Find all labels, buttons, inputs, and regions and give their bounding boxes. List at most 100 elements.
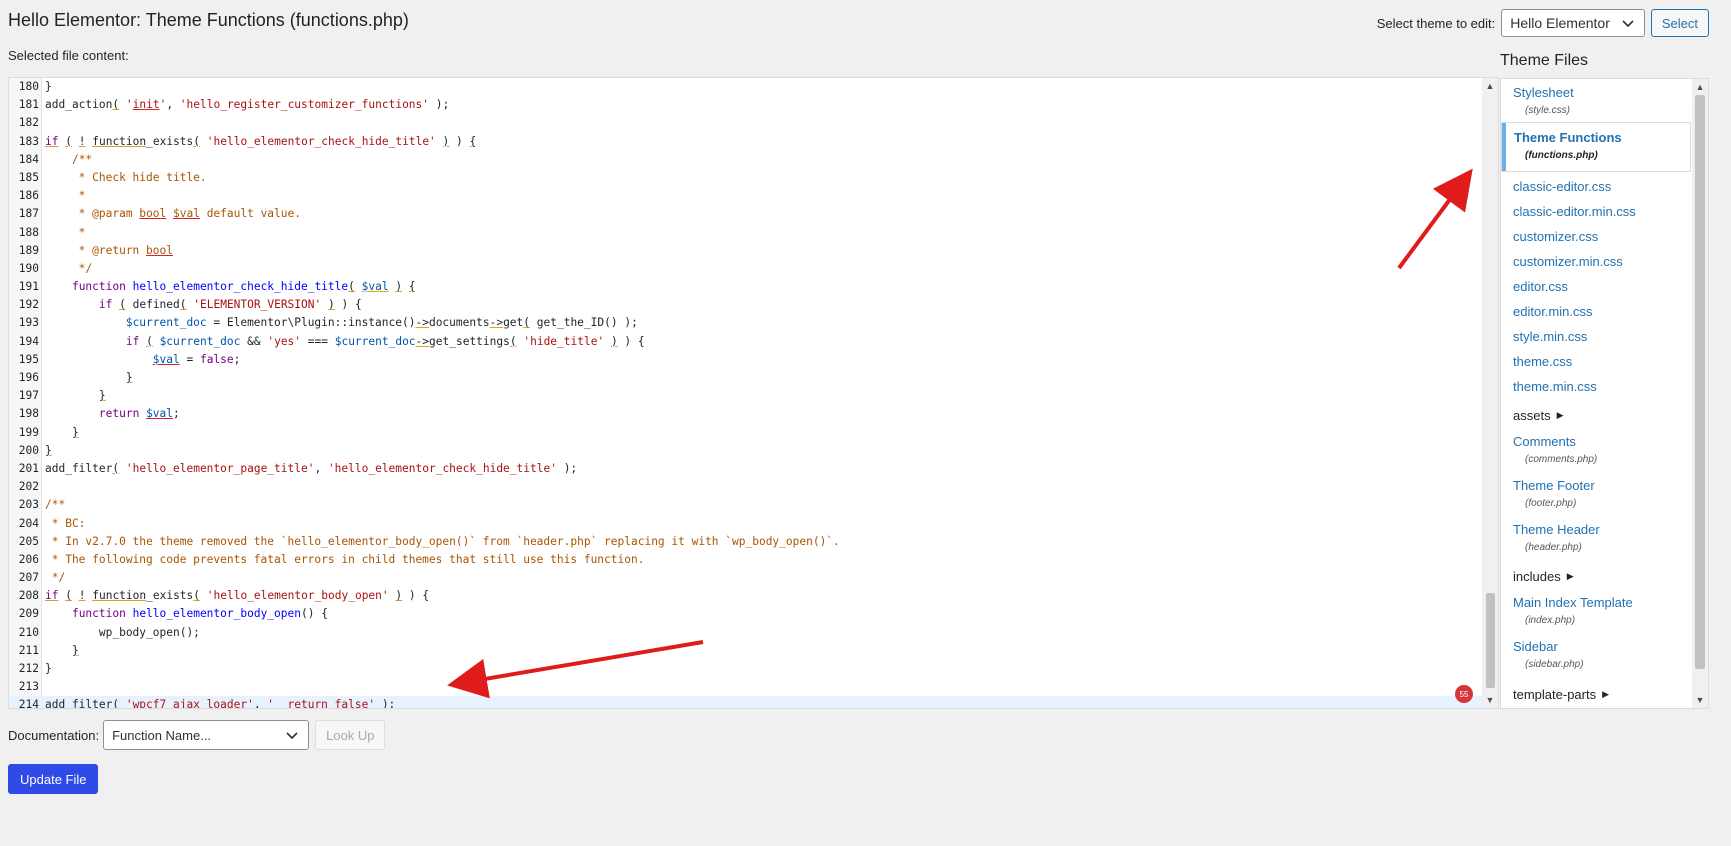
line-number: 195 bbox=[18, 352, 39, 366]
line-number: 191 bbox=[18, 280, 39, 294]
documentation-label: Documentation: bbox=[8, 727, 100, 743]
scroll-up-icon[interactable]: ▲ bbox=[1695, 82, 1705, 92]
folder-label: template-parts bbox=[1513, 687, 1597, 702]
line-number: 196 bbox=[18, 371, 39, 384]
active-file-label: Theme Functions bbox=[1514, 130, 1622, 145]
line-number: 190 bbox=[18, 261, 39, 275]
code-line[interactable]: 186 * bbox=[9, 187, 1482, 205]
line-number: 210 bbox=[18, 625, 39, 639]
line-number: 206 bbox=[18, 552, 39, 566]
code-line[interactable]: 191 function hello_elementor_check_hide_… bbox=[9, 278, 1482, 296]
code-line[interactable]: 187 * @param bool $val default value. bbox=[9, 205, 1482, 223]
code-line[interactable]: 194 if ( $current_doc && 'yes' === $curr… bbox=[9, 333, 1482, 351]
line-number: 204 bbox=[18, 516, 39, 530]
code-line[interactable]: 182 bbox=[9, 114, 1482, 132]
select-theme-button[interactable]: Select bbox=[1650, 9, 1709, 37]
file-link-stylesheet[interactable]: Stylesheet bbox=[1513, 85, 1574, 100]
code-line[interactable]: 214 add_filter( 'wpcf7_ajax_loader', '__r… bbox=[9, 696, 1482, 708]
sidebar-scrollbar[interactable]: ▲ ▼ bbox=[1692, 79, 1708, 708]
code-text: if ( defined( 'ELEMENTOR_VERSION' ) ) { bbox=[98, 298, 362, 312]
line-number: 180 bbox=[18, 80, 39, 93]
code-line[interactable]: 184 /** bbox=[9, 151, 1482, 169]
file-link-theme-functions[interactable]: Theme Functions (functions.php) bbox=[1502, 123, 1690, 171]
code-line[interactable]: 188 * bbox=[9, 224, 1482, 242]
code-line[interactable]: 203 /** bbox=[9, 496, 1482, 514]
file-link-index[interactable]: Main Index Template bbox=[1513, 595, 1633, 610]
scrollbar-thumb[interactable] bbox=[1486, 593, 1495, 688]
code-text: function hello_elementor_check_hide_titl… bbox=[71, 280, 416, 294]
code-text: } bbox=[98, 389, 106, 403]
folder-includes[interactable]: includes ▶ bbox=[1513, 569, 1574, 584]
code-line[interactable]: 189 * @return bool bbox=[9, 242, 1482, 260]
code-line[interactable]: 204 * BC: bbox=[9, 515, 1482, 533]
code-line[interactable]: 199 } bbox=[9, 424, 1482, 442]
code-line[interactable]: 197 } bbox=[9, 387, 1482, 405]
chevron-down-icon bbox=[286, 732, 298, 740]
code-line[interactable]: 198 return $val; bbox=[9, 405, 1482, 423]
lint-error-badge[interactable]: 55 bbox=[1455, 685, 1473, 703]
scroll-down-icon[interactable]: ▼ bbox=[1485, 695, 1495, 705]
file-link[interactable]: classic-editor.css bbox=[1513, 179, 1611, 194]
code-line[interactable]: 212} bbox=[9, 660, 1482, 678]
caret-right-icon: ▶ bbox=[1556, 410, 1564, 420]
file-sub: (comments.php) bbox=[1525, 454, 1598, 465]
file-link-footer[interactable]: Theme Footer bbox=[1513, 478, 1595, 493]
file-link[interactable]: customizer.css bbox=[1513, 229, 1598, 244]
file-link-comments[interactable]: Comments bbox=[1513, 434, 1576, 449]
file-sub: (sidebar.php) bbox=[1525, 659, 1584, 670]
scrollbar-thumb[interactable] bbox=[1695, 95, 1705, 669]
code-line[interactable]: 205 * In v2.7.0 the theme removed the `h… bbox=[9, 533, 1482, 551]
code-line[interactable]: 183 if ( ! function_exists( 'hello_elemen… bbox=[9, 133, 1482, 151]
file-link[interactable]: theme.css bbox=[1513, 354, 1572, 369]
editor-scrollbar[interactable]: ▲ ▼ bbox=[1482, 78, 1498, 708]
file-link-sidebar[interactable]: Sidebar bbox=[1513, 639, 1558, 654]
code-line[interactable]: 211 } bbox=[9, 642, 1482, 660]
code-lines: 180} 181 add_action( 'init', 'hello_regist… bbox=[9, 78, 1482, 708]
code-editor[interactable]: 180} 181 add_action( 'init', 'hello_regist… bbox=[8, 77, 1499, 709]
code-line[interactable]: 195 $val = false; bbox=[9, 351, 1482, 369]
folder-template-parts[interactable]: template-parts ▶ bbox=[1513, 687, 1609, 702]
code-line[interactable]: 185 * Check hide title. bbox=[9, 169, 1482, 187]
update-file-button[interactable]: Update File bbox=[8, 764, 99, 794]
code-line[interactable]: 207 */ bbox=[9, 569, 1482, 587]
file-link-header[interactable]: Theme Header bbox=[1513, 522, 1600, 537]
code-line[interactable]: 206 * The following code prevents fatal … bbox=[9, 551, 1482, 569]
code-line[interactable]: 209 function hello_elementor_body_open()… bbox=[9, 605, 1482, 623]
code-text: * @param bool $val default value. bbox=[45, 207, 301, 221]
code-line[interactable]: 192 if ( defined( 'ELEMENTOR_VERSION' ) … bbox=[9, 296, 1482, 314]
file-link[interactable]: classic-editor.min.css bbox=[1513, 204, 1636, 219]
code-line[interactable]: 210 wp_body_open(); bbox=[9, 624, 1482, 642]
scroll-down-icon[interactable]: ▼ bbox=[1695, 695, 1705, 705]
code-line[interactable]: 213 bbox=[9, 678, 1482, 696]
code-text: add_action( 'init', 'hello_register_cust… bbox=[45, 98, 450, 112]
theme-files-heading: Theme Files bbox=[1500, 52, 1589, 69]
code-text: add_filter( 'hello_elementor_page_title'… bbox=[45, 461, 578, 475]
function-name-select[interactable]: Function Name... bbox=[103, 720, 310, 750]
code-line[interactable]: 200} bbox=[9, 442, 1482, 460]
code-line[interactable]: 196 } bbox=[9, 369, 1482, 387]
scroll-up-icon[interactable]: ▲ bbox=[1485, 81, 1495, 91]
code-line[interactable]: 190 */ bbox=[9, 260, 1482, 278]
file-link[interactable]: theme.min.css bbox=[1513, 379, 1597, 394]
folder-assets[interactable]: assets ▶ bbox=[1513, 408, 1564, 423]
line-number: 207 bbox=[18, 571, 39, 585]
line-number: 199 bbox=[18, 425, 39, 439]
file-link[interactable]: editor.min.css bbox=[1513, 304, 1592, 319]
code-text: * The following code prevents fatal erro… bbox=[45, 552, 645, 566]
theme-dropdown[interactable]: Hello Elementor bbox=[1501, 9, 1645, 37]
file-link[interactable]: editor.css bbox=[1513, 279, 1568, 294]
lookup-button[interactable]: Look Up bbox=[315, 720, 386, 750]
code-text: } bbox=[71, 643, 79, 657]
code-line[interactable]: 180} bbox=[9, 78, 1482, 96]
file-link[interactable]: customizer.min.css bbox=[1513, 254, 1623, 269]
code-line[interactable]: 181 add_action( 'init', 'hello_register_c… bbox=[9, 96, 1482, 114]
file-sub-stylesheet: (style.css) bbox=[1525, 105, 1570, 116]
line-number: 209 bbox=[18, 607, 39, 621]
file-link[interactable]: style.min.css bbox=[1513, 329, 1587, 344]
code-text: if ( $current_doc && 'yes' === $current_… bbox=[125, 334, 645, 348]
code-line[interactable]: 208 if ( ! function_exists( 'hello_elemen… bbox=[9, 587, 1482, 605]
code-line[interactable]: 202 bbox=[9, 478, 1482, 496]
code-text: } bbox=[71, 425, 79, 439]
code-line[interactable]: 201 add_filter( 'hello_elementor_page_tit… bbox=[9, 460, 1482, 478]
code-line[interactable]: 193 $current_doc = Elementor\Plugin::ins… bbox=[9, 314, 1482, 332]
